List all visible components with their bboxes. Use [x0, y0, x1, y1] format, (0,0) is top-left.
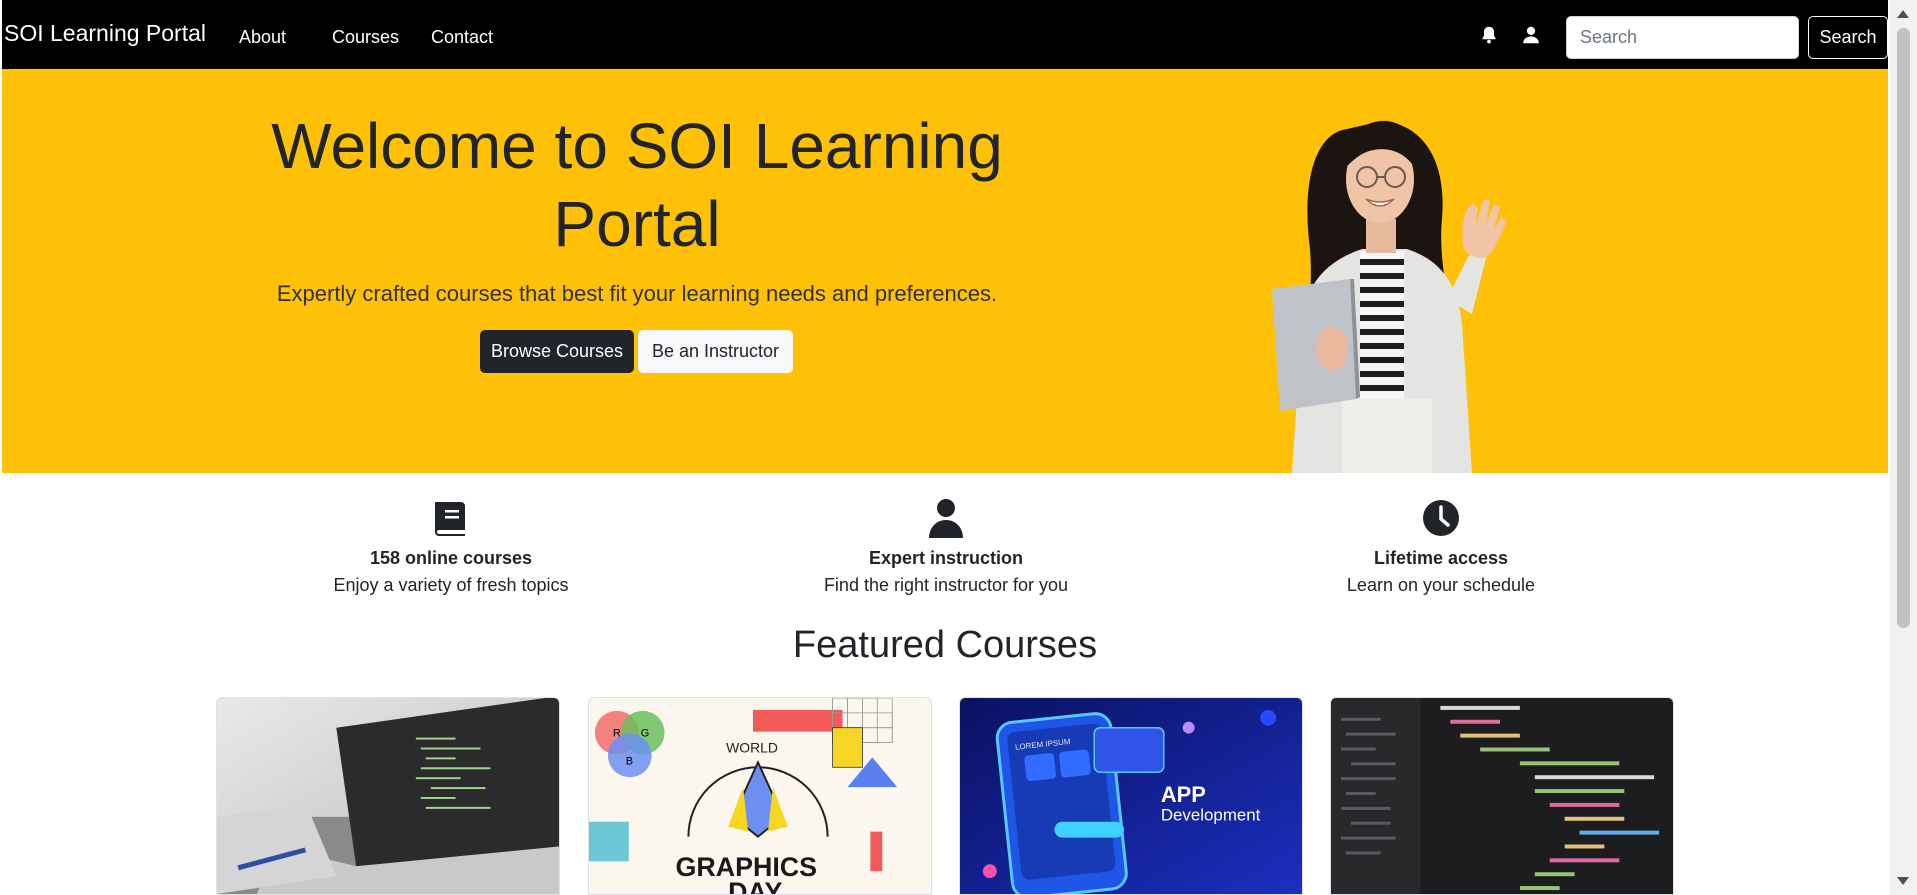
- featured-courses-heading: Featured Courses: [792, 624, 1098, 666]
- course-card-app-dev[interactable]: LOREM IPSUM APP Development: [959, 697, 1303, 895]
- code-editor-image: [1331, 698, 1673, 894]
- brand-logo[interactable]: SOI Learning Portal: [4, 20, 206, 47]
- search-input[interactable]: [1566, 16, 1799, 59]
- app-subtitle-text: Development: [1161, 806, 1261, 825]
- hero-woman-image: [1272, 120, 1507, 473]
- feature-instruction: Expert instruction Find the right instru…: [736, 498, 1156, 596]
- nav-link-contact[interactable]: Contact: [431, 27, 493, 48]
- course-card-code[interactable]: [1330, 697, 1674, 895]
- nav-link-about[interactable]: About: [239, 27, 286, 48]
- graphics-world-text: WORLD: [726, 739, 778, 755]
- hero-title: Welcome to SOI Learning Portal: [271, 110, 1003, 260]
- scrollbar-thumb[interactable]: [1897, 28, 1910, 628]
- scroll-up-arrow-icon[interactable]: [1897, 10, 1909, 18]
- course-card-laptop[interactable]: [216, 697, 560, 895]
- search-button[interactable]: Search: [1808, 16, 1888, 59]
- book-icon: [435, 502, 465, 536]
- page-scrollbar[interactable]: [1890, 0, 1917, 895]
- feature-title: Lifetime access: [1373, 548, 1509, 568]
- top-navbar: SOI Learning Portal About Courses Contac…: [2, 0, 1888, 69]
- feature-title: Expert instruction: [868, 548, 1024, 568]
- feature-description: Learn on your schedule: [1346, 575, 1536, 595]
- user-icon[interactable]: [1520, 24, 1542, 46]
- hero-subtitle: Expertly crafted courses that best fit y…: [276, 281, 998, 306]
- be-instructor-button[interactable]: Be an Instructor: [638, 330, 793, 373]
- scroll-down-arrow-icon[interactable]: [1897, 877, 1909, 885]
- hero-banner: Welcome to SOI Learning Portal Expertly …: [2, 69, 1888, 473]
- feature-description: Enjoy a variety of fresh topics: [333, 575, 569, 595]
- venn-label-g: G: [641, 728, 650, 740]
- feature-lifetime: Lifetime access Learn on your schedule: [1231, 498, 1651, 596]
- graphics-day-image: R G B WORLD GRAPHICS DAY: [589, 698, 931, 894]
- feature-courses: 158 online courses Enjoy a variety of fr…: [241, 498, 661, 596]
- feature-title: 158 online courses: [369, 548, 533, 568]
- laptop-code-image: [217, 698, 559, 894]
- bell-icon[interactable]: [1478, 24, 1500, 46]
- venn-label-r: R: [613, 728, 621, 740]
- app-title-text: APP: [1161, 782, 1206, 807]
- app-development-image: LOREM IPSUM APP Development: [960, 698, 1302, 894]
- nav-link-courses[interactable]: Courses: [332, 27, 399, 48]
- venn-label-b: B: [626, 755, 633, 767]
- user-icon: [929, 499, 963, 538]
- feature-description: Find the right instructor for you: [823, 575, 1069, 595]
- browse-courses-button[interactable]: Browse Courses: [480, 330, 634, 373]
- course-card-graphics[interactable]: R G B WORLD GRAPHICS DAY: [588, 697, 932, 895]
- clock-icon: [1423, 500, 1459, 536]
- graphics-day-text: DAY: [728, 877, 782, 894]
